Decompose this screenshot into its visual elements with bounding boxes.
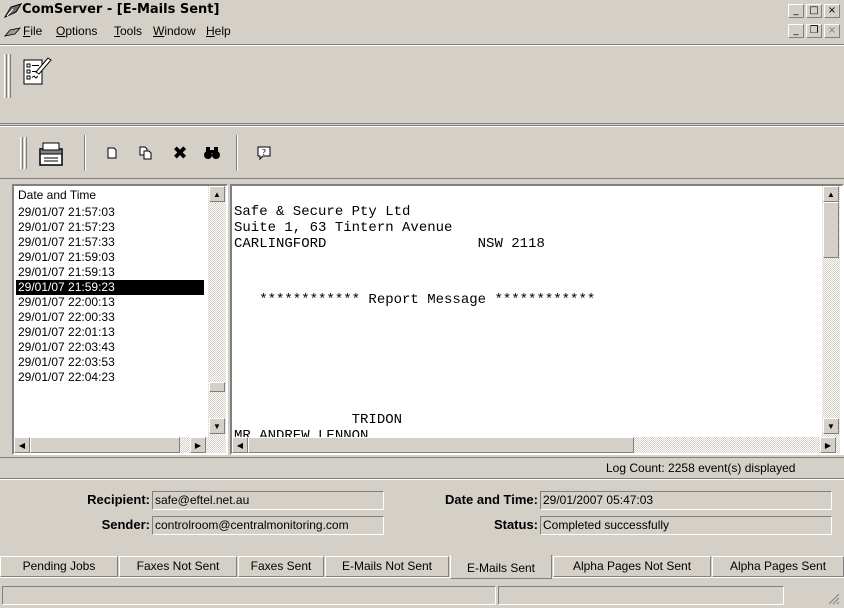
tab-pending-jobs[interactable]: Pending Jobs — [0, 556, 118, 577]
menu-tools[interactable]: Tools — [114, 24, 142, 38]
scroll-thumb[interactable] — [209, 382, 225, 392]
date-time-label: Date and Time: — [445, 492, 538, 507]
recipient-field[interactable]: safe@eftel.net.au — [152, 491, 384, 510]
scroll-down-button[interactable]: ▼ — [209, 418, 225, 434]
child-minimize-button[interactable]: _ — [788, 24, 804, 38]
minimize-button[interactable]: _ — [788, 4, 804, 18]
scroll-up-button[interactable]: ▲ — [209, 186, 225, 202]
delete-icon[interactable]: ✖ — [168, 141, 192, 165]
tab-faxes-not-sent[interactable]: Faxes Not Sent — [119, 556, 237, 577]
message-line: Suite 1, 63 Tintern Avenue — [234, 220, 453, 236]
copy-icon[interactable] — [134, 141, 158, 165]
list-item[interactable]: 29/01/07 22:01:13 — [16, 325, 115, 340]
list-body: Date and Time 29/01/07 21:57:03 29/01/07… — [14, 186, 208, 439]
date-time-field[interactable]: 29/01/2007 05:47:03 — [540, 491, 832, 510]
title-bar: ComServer - [E-Mails Sent] _ □ × — [0, 0, 844, 22]
scroll-thumb[interactable] — [248, 437, 634, 453]
message-vertical-scrollbar[interactable]: ▲ ▼ — [822, 186, 840, 437]
list-item[interactable]: 29/01/07 21:57:23 — [16, 220, 115, 235]
svg-text:?: ? — [262, 148, 266, 157]
list-item[interactable]: 29/01/07 22:00:13 — [16, 295, 115, 310]
toolbar-grip — [4, 54, 7, 98]
report-form-icon[interactable] — [20, 54, 54, 90]
log-count: Log Count: 2258 event(s) displayed — [606, 461, 796, 475]
toolbar-grip — [20, 137, 23, 169]
message-line: TRIDON — [234, 412, 403, 428]
cabinet-icon[interactable] — [34, 139, 68, 169]
separator — [0, 478, 844, 480]
new-document-icon[interactable] — [100, 141, 124, 165]
list-item[interactable]: 29/01/07 22:03:43 — [16, 340, 115, 355]
scroll-left-button[interactable]: ◀ — [232, 437, 248, 453]
list-item[interactable]: 29/01/07 21:59:03 — [16, 250, 115, 265]
list-item[interactable]: 29/01/07 22:00:33 — [16, 310, 115, 325]
scroll-right-button[interactable]: ▶ — [190, 437, 206, 453]
menu-help[interactable]: Help — [206, 24, 231, 38]
tool-pane — [0, 46, 844, 124]
scroll-left-button[interactable]: ◀ — [14, 437, 30, 453]
list-item[interactable]: 29/01/07 21:57:33 — [16, 235, 115, 250]
help-icon[interactable]: ? — [252, 141, 276, 165]
tab-alpha-pages-not-sent[interactable]: Alpha Pages Not Sent — [553, 556, 711, 577]
list-item[interactable]: 29/01/07 22:03:53 — [16, 355, 115, 370]
message-line: CARLINGFORD NSW 2118 — [234, 236, 545, 252]
scroll-down-button[interactable]: ▼ — [823, 418, 839, 434]
status-bar — [0, 583, 844, 607]
toolbar-separator — [84, 135, 86, 171]
message-body: Safe & Secure Pty Ltd Suite 1, 63 Tinter… — [232, 186, 822, 437]
list-item[interactable]: 29/01/07 21:59:13 — [16, 265, 115, 280]
status-field[interactable]: Completed successfully — [540, 516, 832, 535]
maximize-button[interactable]: □ — [806, 4, 822, 18]
separator — [0, 457, 844, 459]
menu-window[interactable]: Window — [153, 24, 196, 38]
status-label: Status: — [493, 517, 538, 532]
message-line: ************ Report Message ************ — [234, 292, 596, 308]
tab-faxes-sent[interactable]: Faxes Sent — [238, 556, 324, 577]
comserver-logo-icon[interactable] — [3, 3, 23, 19]
list-vertical-scrollbar[interactable]: ▲ ▼ — [208, 186, 226, 437]
menu-options[interactable]: Options — [56, 24, 97, 38]
child-close-button[interactable]: × — [824, 24, 840, 38]
scroll-thumb[interactable] — [30, 437, 180, 453]
close-button[interactable]: × — [824, 4, 840, 18]
sender-label: Sender: — [101, 517, 150, 532]
message-pane[interactable]: Safe & Secure Pty Ltd Suite 1, 63 Tinter… — [230, 184, 844, 455]
find-icon[interactable] — [200, 141, 224, 165]
scroll-right-button[interactable]: ▶ — [820, 437, 836, 453]
child-restore-button[interactable]: ❐ — [806, 24, 822, 38]
scroll-up-button[interactable]: ▲ — [823, 186, 839, 202]
sender-field[interactable]: controlroom@centralmonitoring.com — [152, 516, 384, 535]
toolbar-separator — [236, 135, 238, 171]
tab-alpha-pages-sent[interactable]: Alpha Pages Sent — [712, 556, 844, 577]
message-horizontal-scrollbar[interactable]: ◀ ▶ — [232, 437, 840, 453]
tab-e-mails-not-sent[interactable]: E-Mails Not Sent — [325, 556, 449, 577]
tab-strip-line — [0, 577, 844, 578]
date-time-list[interactable]: Date and Time 29/01/07 21:57:03 29/01/07… — [12, 184, 228, 455]
menu-file[interactable]: File — [23, 24, 42, 38]
toolbar-grip — [8, 54, 11, 98]
list-item-selected[interactable]: 29/01/07 21:59:23 — [15, 279, 205, 296]
status-panel — [498, 586, 784, 605]
scroll-thumb[interactable] — [823, 202, 839, 258]
resize-grip-icon[interactable] — [826, 591, 840, 605]
tab-e-mails-sent[interactable]: E-Mails Sent — [450, 555, 552, 579]
status-panel — [2, 586, 496, 605]
main-toolbar: ✖ ? — [0, 127, 844, 179]
list-horizontal-scrollbar[interactable]: ◀ ▶ — [14, 437, 226, 453]
message-line: Safe & Secure Pty Ltd — [234, 204, 411, 220]
menu-bar: File Options Tools Window Help _ ❐ × — [0, 22, 844, 42]
mdi-child-icon[interactable] — [3, 26, 22, 41]
list-item[interactable]: 29/01/07 22:04:23 — [16, 370, 115, 385]
message-line-partial: MR ANDREW LENNON — [234, 428, 369, 437]
list-header: Date and Time — [18, 188, 97, 202]
window-title: ComServer - [E-Mails Sent] — [22, 2, 220, 17]
list-item[interactable]: 29/01/07 21:57:03 — [16, 205, 115, 220]
recipient-label: Recipient: — [87, 492, 150, 507]
toolbar-grip — [24, 137, 27, 169]
